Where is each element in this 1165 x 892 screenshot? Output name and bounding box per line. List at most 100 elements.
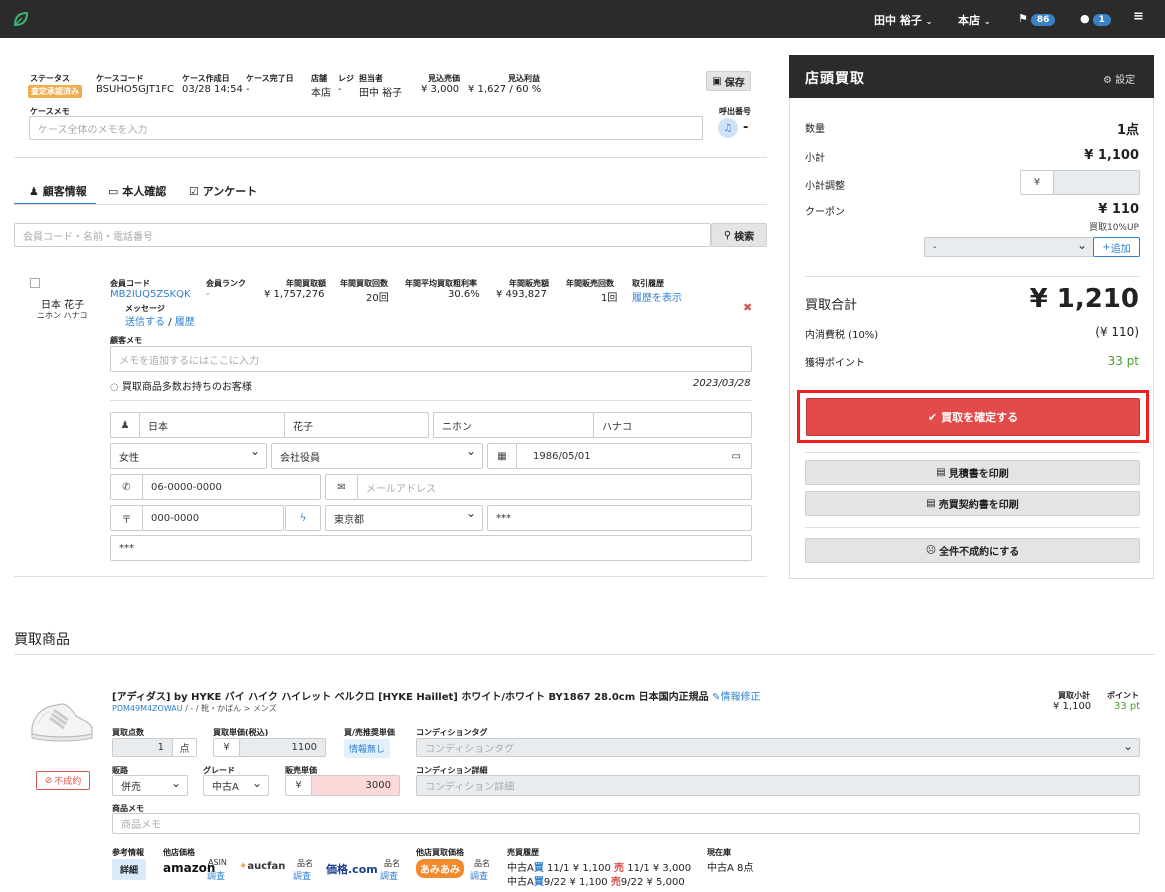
customer-note: ◌ 買取商品多数お持ちのお客様	[110, 382, 252, 393]
tab-id-check[interactable]: ▭ 本人確認	[108, 183, 166, 199]
register-label: レジ	[338, 74, 354, 83]
hamburger-menu-icon[interactable]: ≡	[1133, 9, 1144, 24]
ref-detail-button[interactable]: 詳細	[112, 859, 147, 880]
gear-icon: ⚙	[1103, 75, 1112, 86]
condition-tag-select[interactable]: コンディションタグ	[416, 738, 1140, 757]
unit-price-label: 買取単価(税込)	[213, 728, 269, 737]
amiami-search-link[interactable]: 調査	[470, 869, 488, 882]
prefecture-select[interactable]: 東京都	[325, 505, 483, 531]
file-icon: ▤	[936, 467, 946, 478]
total-label: 買取合計	[805, 298, 858, 313]
chat-notifications[interactable]: ● 1	[1080, 12, 1111, 26]
item-points-label: ポイント	[1107, 691, 1139, 700]
qty-input[interactable]: 1	[112, 738, 173, 757]
call-number-label: 呼出番号	[719, 107, 751, 116]
customer-memo-input[interactable]: メモを追加するにはここに入力	[110, 346, 752, 372]
member-code-link[interactable]: MB2IUQ5ZSKQK	[110, 289, 191, 300]
other-buy-label: 他店買取価格	[416, 848, 464, 857]
user-menu[interactable]: 田中 裕子 ⌄	[874, 12, 932, 28]
store-value: 本店	[311, 88, 331, 99]
coupon-select[interactable]: -	[924, 237, 1094, 257]
avg-margin: 30.6%	[448, 289, 480, 300]
est-profit-label: 見込利益	[508, 74, 540, 83]
confirm-buyback-button[interactable]: ✔ 買取を確定する	[806, 398, 1140, 436]
store-name: 本店	[958, 14, 980, 27]
completed-date: -	[246, 84, 250, 95]
item-code-link[interactable]: PDM49M4ZOWAU	[112, 704, 183, 713]
item-code-line: PDM49M4ZOWAU / - / 靴・かばん > メンズ	[112, 704, 277, 713]
postal-input[interactable]: 000-0000	[142, 505, 284, 531]
occupation-select[interactable]: 会社役員	[271, 443, 483, 469]
postal-lookup-bolt-icon[interactable]: ϟ	[285, 505, 321, 531]
flag-notifications[interactable]: ⚑ 86	[1018, 12, 1056, 26]
amazon-sub: ASIN	[208, 858, 227, 867]
ban-icon: ⊘	[44, 775, 53, 786]
leaf-logo-icon[interactable]	[12, 10, 30, 28]
tab-survey[interactable]: ☑ アンケート	[189, 183, 257, 199]
qty-label: 買取点数	[112, 728, 144, 737]
bell-icon[interactable]: ♫	[718, 118, 738, 138]
staff-label: 担当者	[359, 74, 383, 83]
sale-price-input[interactable]: 3000	[311, 775, 400, 796]
aucfan-search-link[interactable]: 調査	[293, 869, 311, 882]
kakaku-search-link[interactable]: 調査	[380, 869, 398, 882]
settings-link[interactable]: ⚙ 設定	[1103, 71, 1135, 86]
edit-info-link[interactable]: ✎情報修正	[712, 692, 760, 703]
birthday-input[interactable]: 1986/05/01 ▭	[516, 443, 752, 469]
first-kana-input[interactable]: ハナコ	[593, 412, 752, 438]
email-input[interactable]: メールアドレス	[357, 474, 752, 500]
calendar-picker-icon[interactable]: ▭	[732, 451, 741, 462]
item-subtotal-value: ¥ 1,100	[1053, 701, 1092, 712]
qty-label: 数量	[805, 124, 825, 135]
send-message-link[interactable]: 送信する	[125, 317, 165, 328]
grade-select[interactable]: 中古A	[203, 775, 269, 796]
all-cancel-button[interactable]: ☹ 全件不成約にする	[805, 538, 1140, 563]
status-label: ステータス	[30, 74, 70, 83]
sales-history-label: 売買履歴	[507, 848, 539, 857]
unfulfilled-button[interactable]: ⊘ 不成約	[36, 771, 90, 790]
phone-input[interactable]: 06-0000-0000	[142, 474, 321, 500]
annual-sales-count: 1回	[601, 293, 618, 304]
recommend-label: 買/売推奨単価	[344, 728, 395, 737]
avg-margin-label: 年間平均買取粗利率	[405, 279, 477, 288]
store-menu[interactable]: 本店 ⌄	[958, 12, 991, 28]
phone-icon: ✆	[110, 474, 143, 500]
case-memo-input[interactable]: ケース全体のメモを入力	[29, 116, 703, 140]
remove-customer-icon[interactable]: ✖	[743, 301, 752, 314]
item-title: [アディダス] by HYKE バイ ハイク ハイレット ベルクロ [HYKE …	[112, 692, 761, 703]
gender-select[interactable]: 女性	[110, 443, 267, 469]
condition-detail-input[interactable]: コンディション詳細	[416, 775, 1140, 796]
register-value: -	[338, 84, 342, 95]
case-code-label: ケースコード	[96, 74, 144, 83]
message-history-link[interactable]: 履歴	[175, 317, 195, 328]
amiami-logo: あみあみ	[416, 859, 464, 878]
amazon-search-link[interactable]: 調査	[207, 869, 225, 882]
rank-value: -	[206, 289, 210, 300]
annual-buy-amount-label: 年間買取額	[286, 279, 326, 288]
tax-label: 内消費税 (10%)	[805, 330, 879, 341]
total-value: ¥ 1,210	[1029, 284, 1139, 314]
annual-buy-amount: ¥ 1,757,276	[264, 289, 325, 300]
search-icon: ⚲	[723, 229, 732, 241]
adjust-input[interactable]	[1053, 170, 1140, 195]
add-coupon-button[interactable]: + 追加	[1093, 237, 1140, 257]
search-button[interactable]: ⚲ 検索	[711, 223, 767, 247]
tax-value: (¥ 110)	[1095, 325, 1139, 339]
last-kana-input[interactable]: ニホン	[433, 412, 594, 438]
customer-search-input[interactable]: 会員コード・名前・電話番号	[14, 223, 711, 247]
tab-customer-info[interactable]: ♟ 顧客情報	[29, 183, 87, 199]
print-contract-button[interactable]: ▤ 売買契約書を印刷	[805, 491, 1140, 516]
address1-input[interactable]: ***	[487, 505, 752, 531]
print-estimate-button[interactable]: ▤ 見積書を印刷	[805, 460, 1140, 485]
last-name-input[interactable]: 日本	[139, 412, 285, 438]
trade-history-label: 取引履歴	[632, 279, 664, 288]
trade-history-link[interactable]: 履歴を表示	[632, 289, 682, 304]
unit-price-input[interactable]: 1100	[239, 738, 326, 757]
save-button[interactable]: ▣ 保存	[706, 71, 751, 91]
channel-select[interactable]: 併売	[112, 775, 188, 796]
completed-label: ケース完了日	[246, 74, 294, 83]
address2-input[interactable]: ***	[110, 535, 752, 561]
item-memo-input[interactable]: 商品メモ	[112, 813, 1140, 834]
points-value: 33 pt	[1107, 354, 1139, 368]
first-name-input[interactable]: 花子	[284, 412, 429, 438]
